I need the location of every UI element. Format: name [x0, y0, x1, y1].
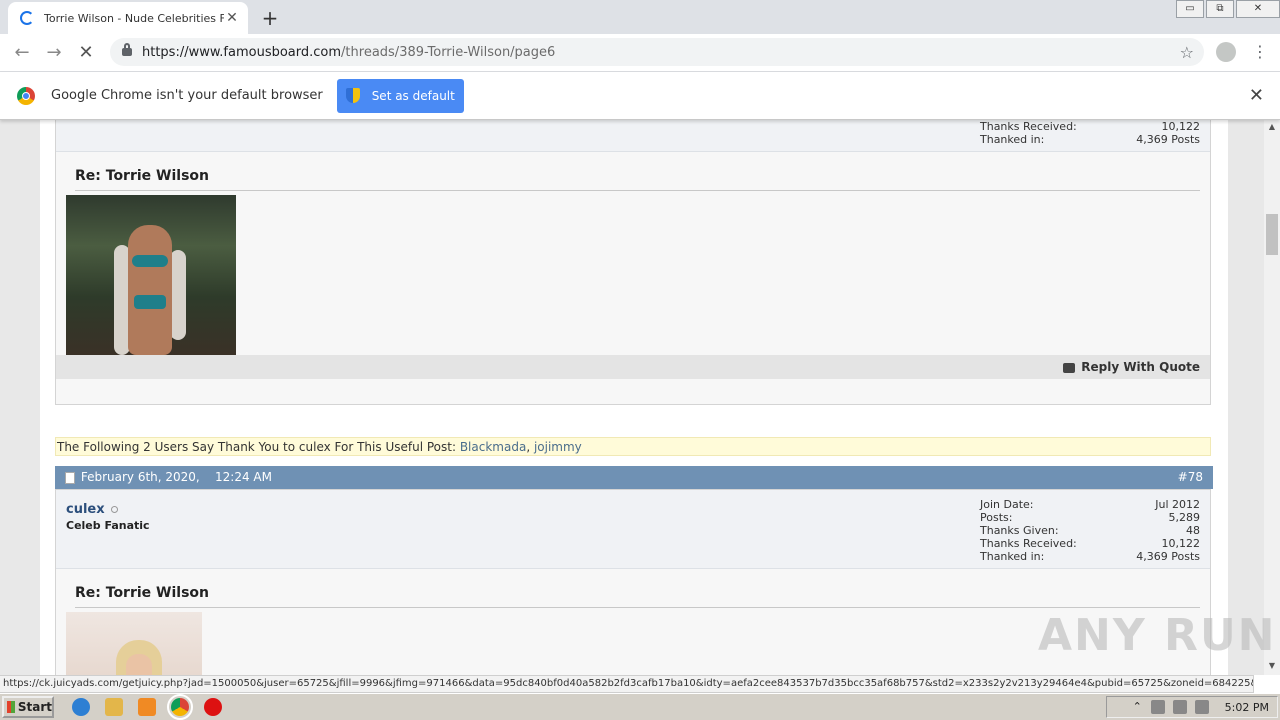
post-title: Re: Torrie Wilson [75, 585, 1200, 608]
forward-arrow-icon[interactable]: → [38, 42, 70, 63]
default-browser-infobar: Google Chrome isn't your default browser… [0, 72, 1280, 120]
system-tray: ⌃ 5:02 PM [1106, 696, 1278, 718]
username-link[interactable]: culex [66, 502, 118, 517]
thanks-bar: The Following 2 Users Say Thank You to c… [55, 437, 1211, 456]
chrome-logo-icon [17, 86, 35, 105]
tab-title: Torrie Wilson - Nude Celebrities Foru [44, 11, 224, 25]
post-date: February 6th, 2020, [80, 470, 200, 484]
post-time: 12:24 AM [215, 470, 272, 484]
status-bar-url: https://ck.juicyads.com/getjuicy.php?jad… [0, 675, 1254, 693]
window-close-button[interactable]: ✕ [1236, 0, 1280, 18]
ie-icon[interactable] [72, 698, 90, 716]
address-bar[interactable]: https://www.famousboard.com/threads/389-… [110, 38, 1204, 66]
media-player-icon[interactable] [138, 698, 156, 716]
window-controls: ▭ ⧉ ✕ [1174, 0, 1280, 18]
action-center-flag-icon[interactable] [1194, 700, 1209, 714]
post-stats: Join Date: Jul 2012 Posts: 5,289 Thanks Gi… [980, 498, 1200, 563]
windows-logo-icon [7, 701, 15, 713]
post-image[interactable] [66, 612, 202, 675]
post-body: Re: Torrie Wilson [56, 152, 1210, 365]
thanks-text: The Following 2 Users Say Thank You to c… [57, 440, 456, 454]
post-header: February 6th, 2020, 12:24 AM #78 [55, 466, 1213, 489]
thanks-user-link[interactable]: Blackmada [460, 440, 526, 454]
bookmark-star-icon[interactable]: ☆ [1180, 43, 1194, 62]
post-number-link[interactable]: #78 [1178, 466, 1203, 489]
scrollbar-thumb[interactable] [1266, 214, 1278, 255]
stat-row: Thanked in: 4,369 Posts [980, 133, 1200, 146]
post-image[interactable] [66, 195, 236, 365]
thanks-user-link[interactable]: jojimmy [534, 440, 582, 454]
page-viewport: Thanks Received: 10,122 Thanked in: 4,369 … [0, 72, 1264, 675]
loading-spinner-icon [20, 11, 34, 25]
minimize-button[interactable]: ▭ [1176, 0, 1204, 18]
tab-strip: Torrie Wilson - Nude Celebrities Foru ✕ … [0, 0, 1280, 34]
stat-row: Thanks Received: 10,122 [980, 120, 1200, 133]
watermark-logo: ANY RUN [1038, 610, 1277, 661]
profile-avatar-icon[interactable] [1216, 42, 1236, 62]
back-arrow-icon[interactable]: ← [6, 42, 38, 63]
active-tab[interactable]: Torrie Wilson - Nude Celebrities Foru ✕ [8, 2, 248, 34]
reply-quote-icon [1063, 362, 1076, 373]
volume-icon[interactable] [1150, 700, 1165, 714]
url-path: /threads/389-Torrie-Wilson/page6 [341, 44, 556, 60]
scroll-down-arrow-icon[interactable]: ▼ [1264, 661, 1280, 675]
stat-row: Join Date: Jul 2012 [980, 498, 1200, 511]
warning-app-icon[interactable] [204, 698, 222, 716]
stat-row: Thanks Received: 10,122 [980, 537, 1200, 550]
infobar-close-icon[interactable]: ✕ [1249, 85, 1264, 106]
chrome-taskbar-icon[interactable] [167, 694, 193, 720]
set-as-default-button[interactable]: Set as default [336, 78, 464, 113]
url-text: https://www.famousboard.com/threads/389-… [142, 45, 555, 60]
uac-shield-icon [345, 88, 360, 103]
stat-row: Posts: 5,289 [980, 511, 1200, 524]
post-title: Re: Torrie Wilson [75, 168, 1200, 191]
start-button[interactable]: Start [2, 696, 54, 718]
offline-status-icon [110, 506, 118, 513]
stat-row: Thanks Given: 48 [980, 524, 1200, 537]
reply-with-quote-link[interactable]: Reply With Quote [1081, 360, 1200, 374]
stat-row: Thanked in: 4,369 Posts [980, 550, 1200, 563]
user-rank: Celeb Fanatic [66, 519, 150, 532]
tab-close-icon[interactable]: ✕ [224, 10, 240, 26]
network-icon[interactable] [1172, 700, 1187, 714]
post-stats: Thanks Received: 10,122 Thanked in: 4,369 … [980, 120, 1200, 146]
url-domain: https://www.famousboard.com [142, 44, 342, 60]
scroll-up-arrow-icon[interactable]: ▲ [1264, 122, 1280, 136]
vertical-scrollbar[interactable]: ▲ ▼ [1264, 120, 1280, 675]
post-document-icon [65, 471, 75, 484]
menu-kebab-icon[interactable]: ⋮ [1252, 42, 1268, 61]
post-77: Thanks Received: 10,122 Thanked in: 4,369 … [55, 72, 1211, 405]
post-footer: Reply With Quote [56, 355, 1210, 379]
infobar-message: Google Chrome isn't your default browser [51, 88, 323, 103]
tray-expand-icon[interactable]: ⌃ [1133, 700, 1143, 714]
new-tab-icon[interactable]: + [260, 6, 280, 30]
post-userinfo: culex Celeb Fanatic Join Date: Jul 2012 P… [56, 490, 1210, 569]
browser-toolbar: ← → ✕ https://www.famousboard.com/thread… [0, 34, 1280, 72]
explorer-folder-icon[interactable] [105, 698, 123, 716]
post-body: Re: Torrie Wilson [56, 569, 1210, 675]
lock-icon [122, 43, 132, 56]
windows-taskbar: Start ⌃ 5:02 PM [0, 693, 1280, 720]
clock[interactable]: 5:02 PM [1225, 701, 1269, 714]
restore-button[interactable]: ⧉ [1206, 0, 1234, 18]
stop-loading-icon[interactable]: ✕ [70, 42, 102, 63]
forum-page: Thanks Received: 10,122 Thanked in: 4,369 … [40, 72, 1228, 675]
